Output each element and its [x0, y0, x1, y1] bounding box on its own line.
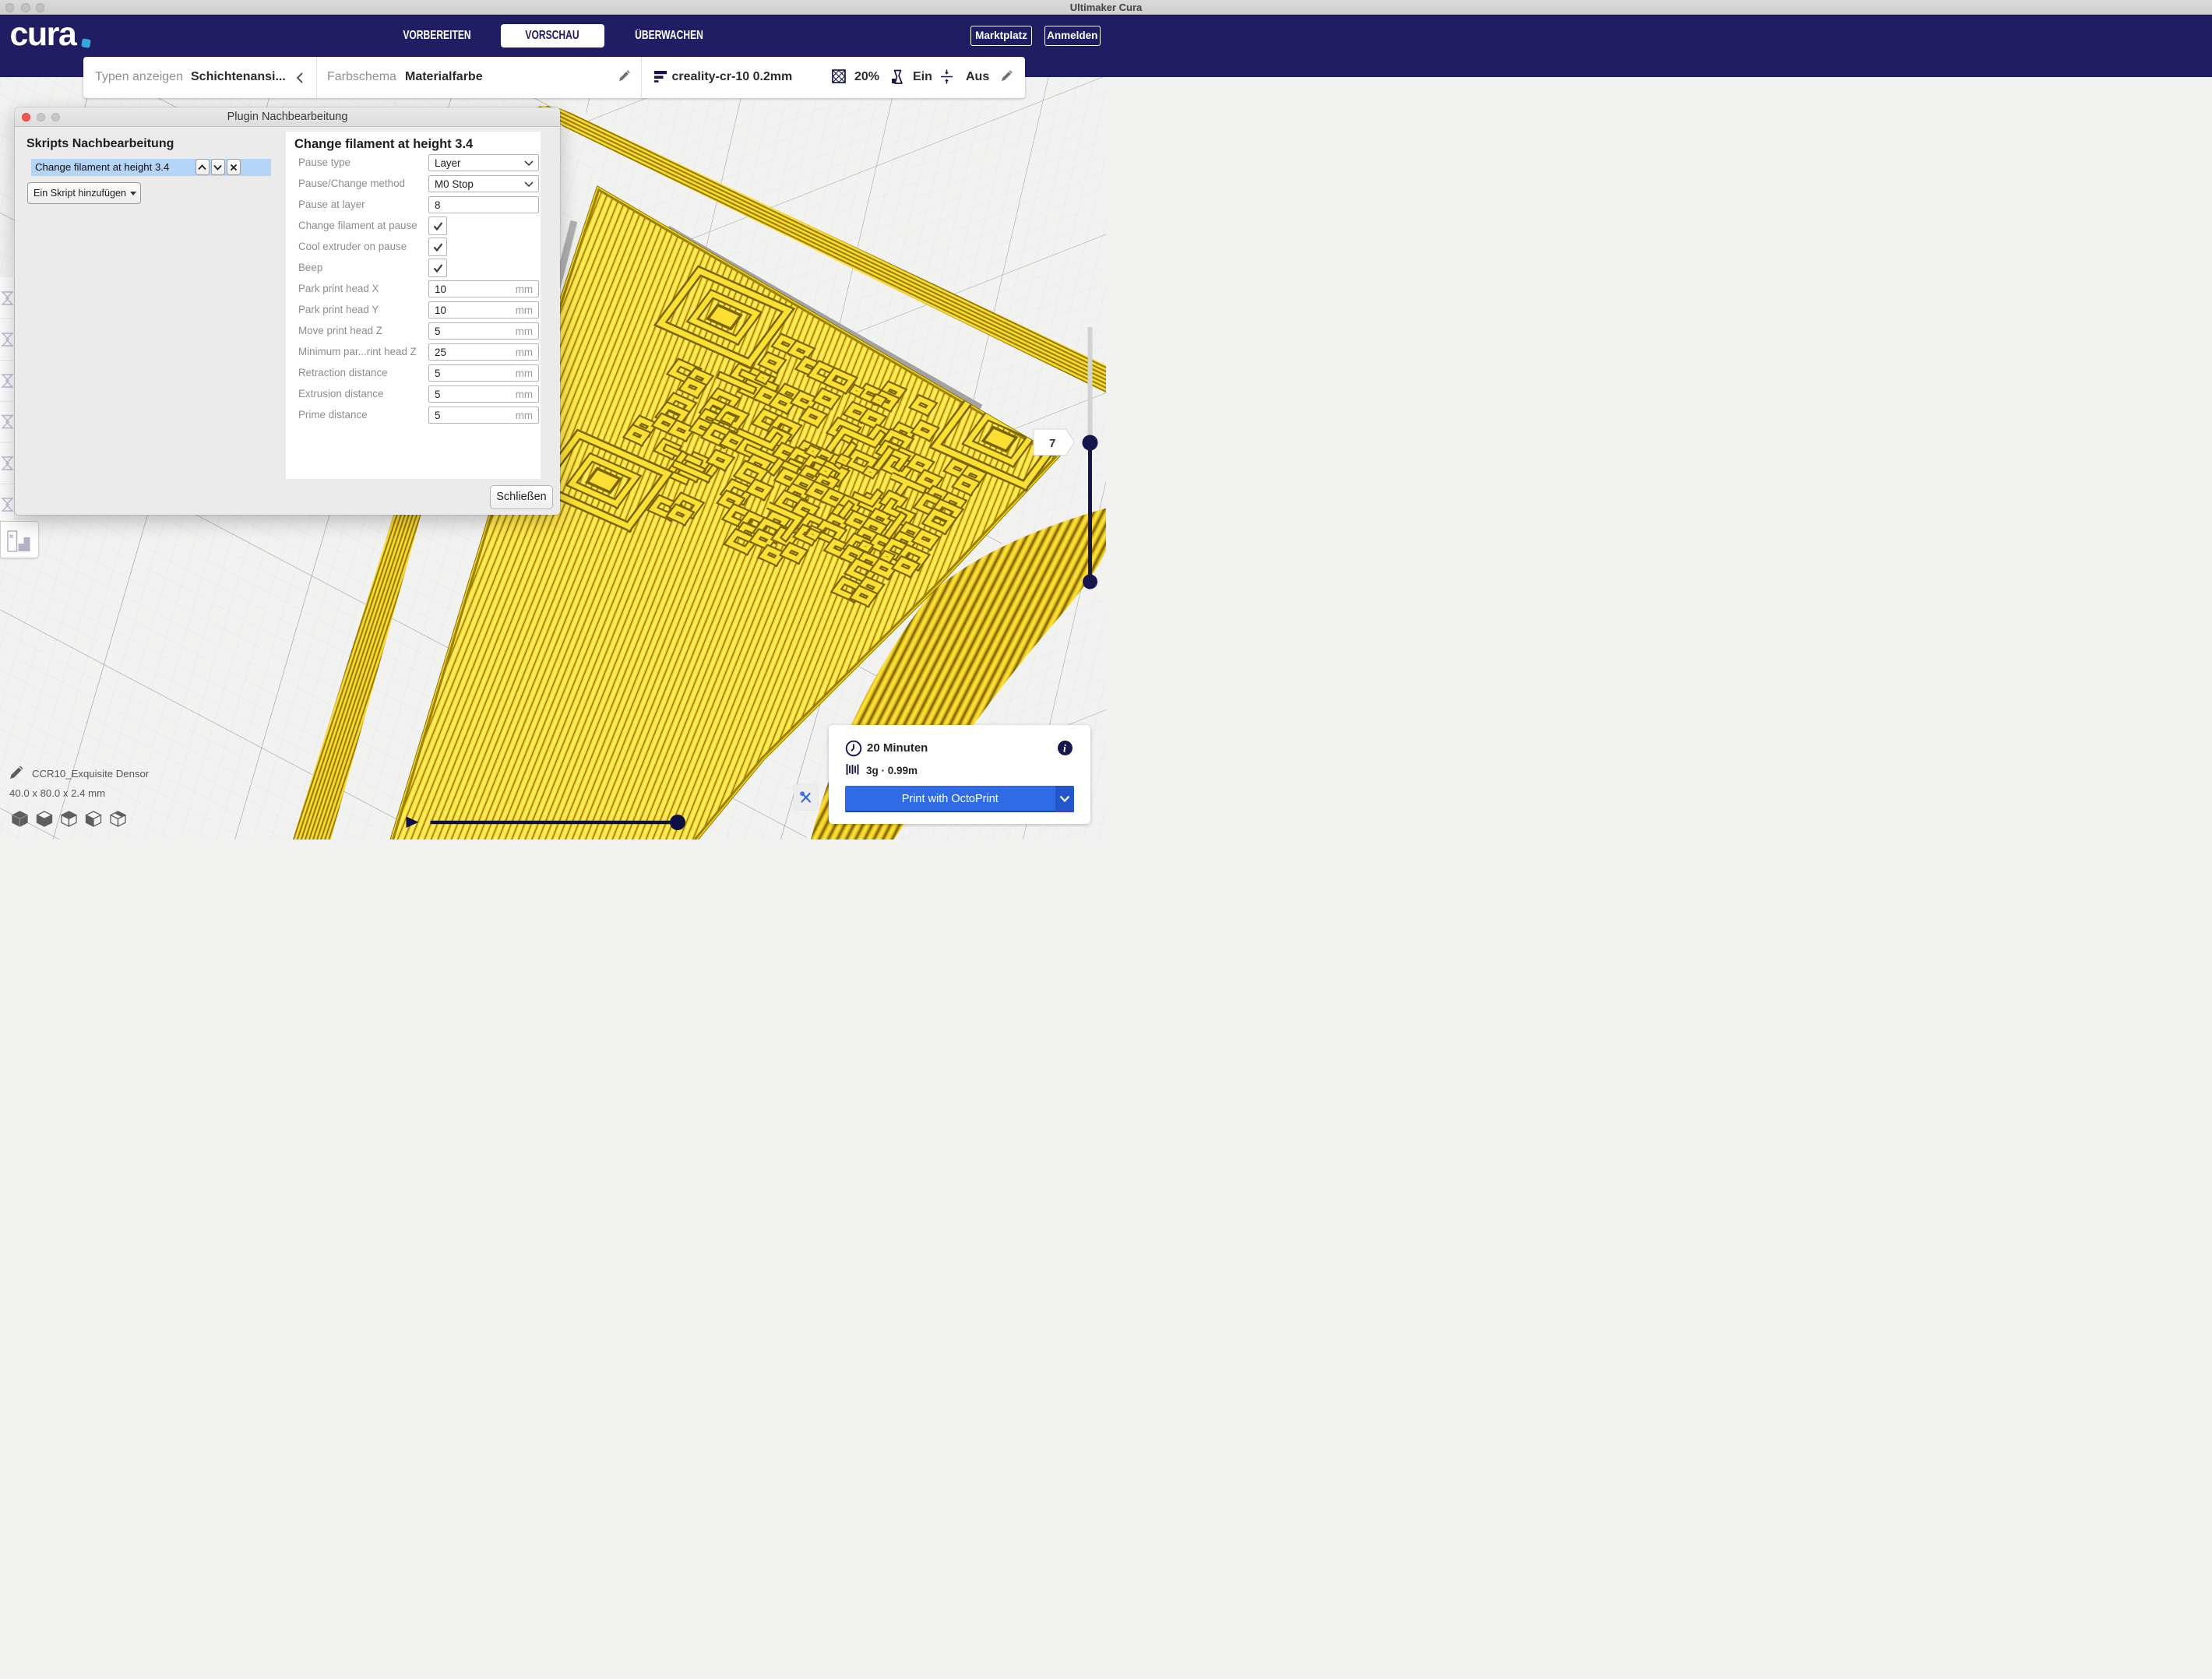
svg-text:7: 7	[1049, 437, 1055, 450]
svg-text:i: i	[1063, 742, 1066, 754]
